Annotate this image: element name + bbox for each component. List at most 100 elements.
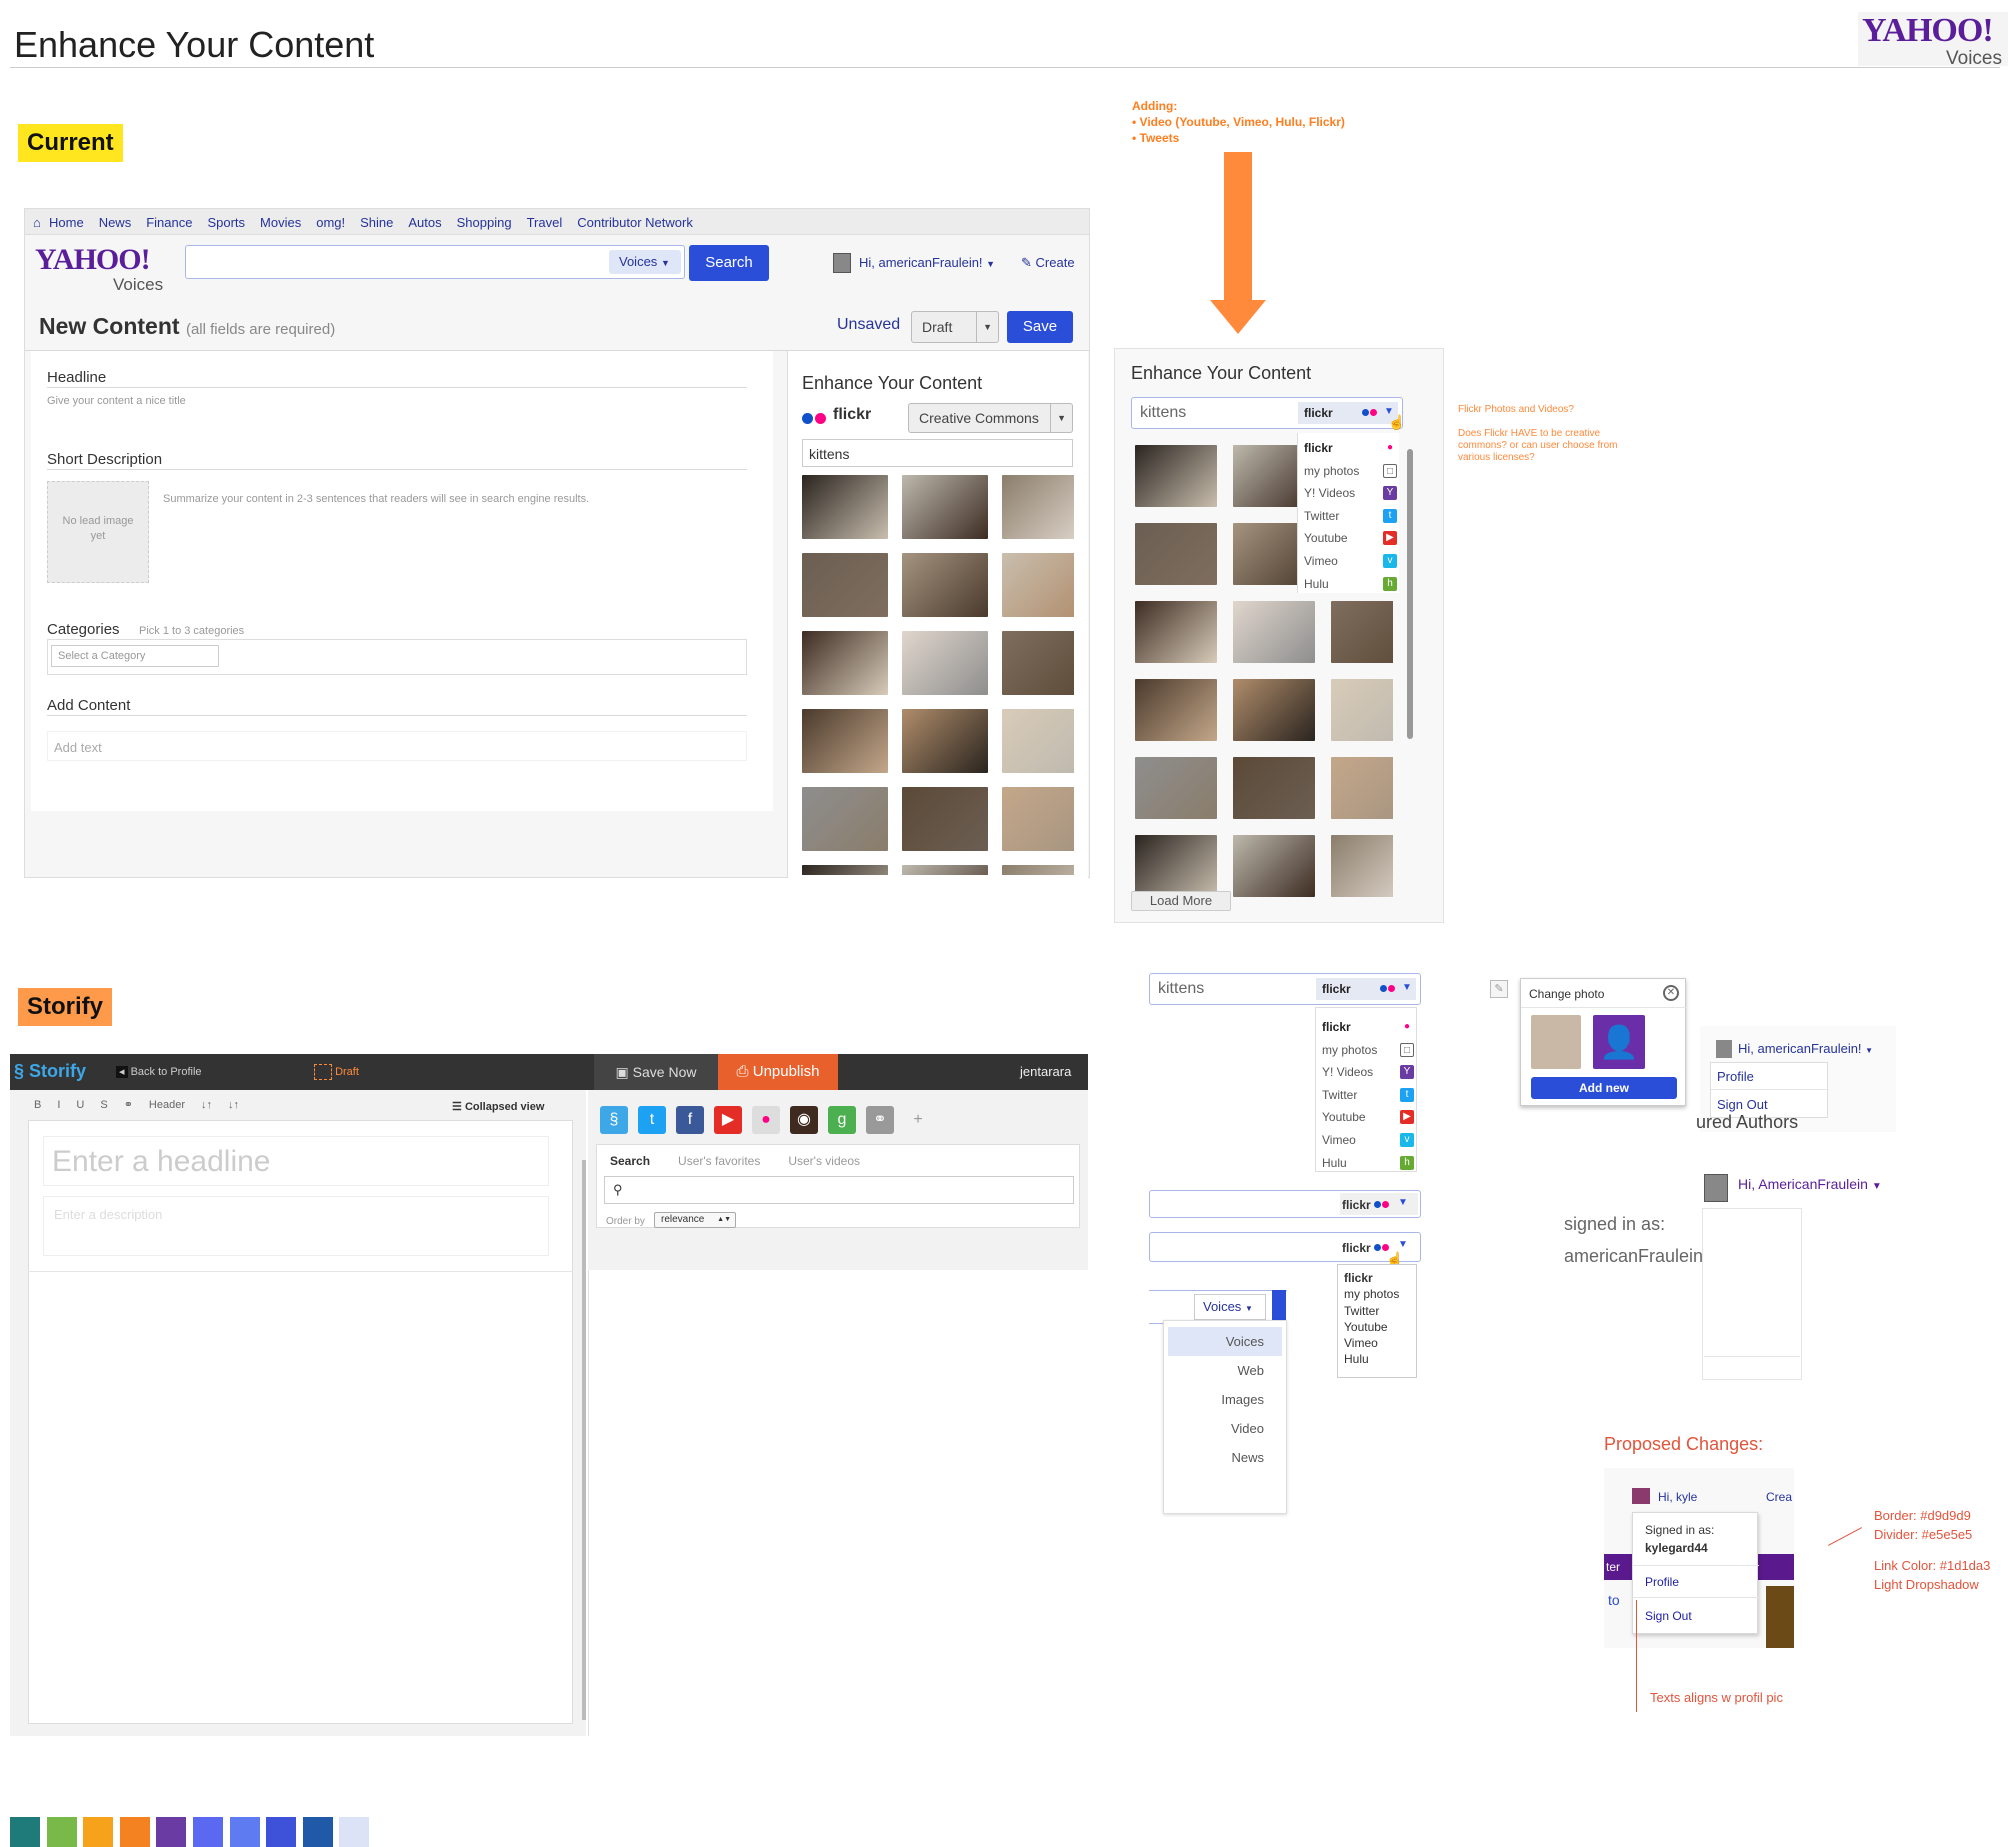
media-search-input[interactable]: ⚲: [604, 1176, 1074, 1204]
image-thumbnail[interactable]: [902, 787, 988, 851]
tab-2[interactable]: User's videos: [788, 1154, 860, 1168]
source-search-input[interactable]: kittens flickr ▼ ☝: [1131, 397, 1405, 430]
image-thumbnail[interactable]: [1002, 475, 1074, 539]
image-thumbnail[interactable]: [1135, 445, 1217, 507]
save-now-button[interactable]: ▣ Save Now: [594, 1054, 718, 1090]
scrollbar[interactable]: [582, 1160, 586, 1720]
format-button[interactable]: Header: [149, 1099, 185, 1111]
format-button[interactable]: I: [57, 1099, 60, 1111]
image-thumbnail[interactable]: [1233, 601, 1315, 663]
image-thumbnail[interactable]: [902, 709, 988, 773]
image-thumbnail[interactable]: [902, 631, 988, 695]
source-option[interactable]: Vimeo v: [1322, 1129, 1416, 1152]
source-option[interactable]: Twitter t: [1304, 505, 1399, 528]
headline-input[interactable]: Enter a headline: [43, 1136, 549, 1186]
load-more-button[interactable]: Load More: [1131, 891, 1231, 911]
vertical-option[interactable]: Voices: [1168, 1327, 1282, 1356]
format-button[interactable]: ↓↑: [201, 1099, 212, 1111]
twitter-icon[interactable]: t: [638, 1106, 666, 1134]
create-link[interactable]: ✎ Create: [1021, 255, 1075, 271]
description-input[interactable]: Enter a description: [43, 1196, 549, 1256]
close-icon[interactable]: ✕: [1663, 985, 1679, 1001]
avatar[interactable]: [833, 253, 851, 273]
compact-source-select-2[interactable]: flickr ▼ ☝: [1149, 1232, 1421, 1267]
storify-user[interactable]: jentarara: [1020, 1064, 1071, 1079]
draft-select[interactable]: Draft ▼: [911, 311, 999, 343]
source-option[interactable]: Youtube ▶: [1304, 527, 1399, 550]
scrollbar[interactable]: [1407, 449, 1413, 739]
source-option[interactable]: my photos □: [1304, 460, 1399, 483]
headline-input[interactable]: Give your content a nice title: [47, 395, 186, 407]
tab-0[interactable]: Search: [610, 1154, 650, 1168]
storify-icon[interactable]: §: [600, 1106, 628, 1134]
source-option[interactable]: Twitter: [1344, 1303, 1416, 1319]
image-thumbnail[interactable]: [802, 787, 888, 851]
vertical-option[interactable]: News: [1168, 1443, 1282, 1472]
instagram-icon[interactable]: ◉: [790, 1106, 818, 1134]
source-option[interactable]: my photos □: [1322, 1039, 1416, 1062]
image-thumbnail[interactable]: [1002, 865, 1074, 875]
google-icon[interactable]: g: [828, 1106, 856, 1134]
vertical-option[interactable]: Images: [1168, 1385, 1282, 1414]
image-thumbnail[interactable]: [1331, 757, 1393, 819]
image-thumbnail[interactable]: [902, 475, 988, 539]
source-option[interactable]: Hulu: [1344, 1351, 1416, 1367]
source-option[interactable]: Vimeo v: [1304, 550, 1399, 573]
image-thumbnail[interactable]: [902, 553, 988, 617]
source-option[interactable]: my photos: [1344, 1286, 1416, 1302]
image-thumbnail[interactable]: [1135, 523, 1217, 585]
format-button[interactable]: B: [34, 1099, 41, 1111]
order-select[interactable]: relevance ▲▼: [654, 1212, 736, 1228]
image-thumbnail[interactable]: [1002, 631, 1074, 695]
unpublish-button[interactable]: ⎙ Unpublish: [718, 1054, 838, 1090]
image-thumbnail[interactable]: [1331, 835, 1393, 897]
flickr-icon[interactable]: ●: [752, 1106, 780, 1134]
image-thumbnail[interactable]: [1135, 679, 1217, 741]
image-thumbnail[interactable]: [1233, 835, 1315, 897]
search-button[interactable]: Search: [689, 245, 769, 281]
image-thumbnail[interactable]: [1135, 757, 1217, 819]
image-thumbnail[interactable]: [1002, 709, 1074, 773]
format-button[interactable]: ↓↑: [228, 1099, 239, 1111]
image-thumbnail[interactable]: [1233, 757, 1315, 819]
nav-link-6[interactable]: Shine: [360, 215, 393, 230]
signout-link[interactable]: Sign Out: [1717, 1097, 1768, 1112]
format-button[interactable]: U: [76, 1099, 84, 1111]
vertical-option[interactable]: Video: [1168, 1414, 1282, 1443]
short-description-input[interactable]: Summarize your content in 2-3 sentences …: [163, 493, 589, 505]
save-button[interactable]: Save: [1007, 311, 1073, 343]
account-greeting[interactable]: Hi, americanFraulein! ▼: [859, 255, 995, 270]
category-select[interactable]: Select a Category: [51, 645, 219, 667]
image-thumbnail[interactable]: [802, 631, 888, 695]
flickr-search-input[interactable]: kittens: [802, 439, 1073, 467]
image-thumbnail[interactable]: [1233, 679, 1315, 741]
source-option[interactable]: Twitter t: [1322, 1084, 1416, 1107]
add-text-input[interactable]: Add text: [47, 731, 747, 761]
photo-edit-icon[interactable]: ✎: [1490, 980, 1508, 998]
nav-link-4[interactable]: Movies: [260, 215, 301, 230]
format-button[interactable]: S: [100, 1099, 107, 1111]
collapsed-view-toggle[interactable]: ☰ Collapsed view: [452, 1100, 544, 1113]
vertical-select[interactable]: Voices ▼: [1194, 1294, 1266, 1320]
image-thumbnail[interactable]: [1002, 553, 1074, 617]
tab-1[interactable]: User's favorites: [678, 1154, 760, 1168]
source-option[interactable]: Y! Videos Y: [1322, 1061, 1416, 1084]
image-thumbnail[interactable]: [802, 553, 888, 617]
image-thumbnail[interactable]: [802, 709, 888, 773]
plus-icon[interactable]: +: [904, 1106, 932, 1134]
nav-link-5[interactable]: omg!: [316, 215, 345, 230]
home-icon[interactable]: ⌂: [33, 215, 41, 230]
source-option[interactable]: Youtube: [1344, 1319, 1416, 1335]
source-option[interactable]: Vimeo: [1344, 1335, 1416, 1351]
nav-link-7[interactable]: Autos: [408, 215, 441, 230]
nav-link-9[interactable]: Travel: [527, 215, 563, 230]
profile-link[interactable]: Profile: [1717, 1069, 1754, 1084]
youtube-icon[interactable]: ▶: [714, 1106, 742, 1134]
format-button[interactable]: ⚭: [124, 1099, 133, 1111]
signout-link[interactable]: Sign Out: [1645, 1609, 1692, 1623]
facebook-icon[interactable]: f: [676, 1106, 704, 1134]
image-thumbnail[interactable]: [902, 865, 988, 875]
source-option[interactable]: flickr: [1344, 1270, 1416, 1286]
chevron-down-icon[interactable]: ▼: [1402, 982, 1412, 993]
account-greeting[interactable]: Hi, americanFraulein! ▼: [1738, 1041, 1873, 1056]
